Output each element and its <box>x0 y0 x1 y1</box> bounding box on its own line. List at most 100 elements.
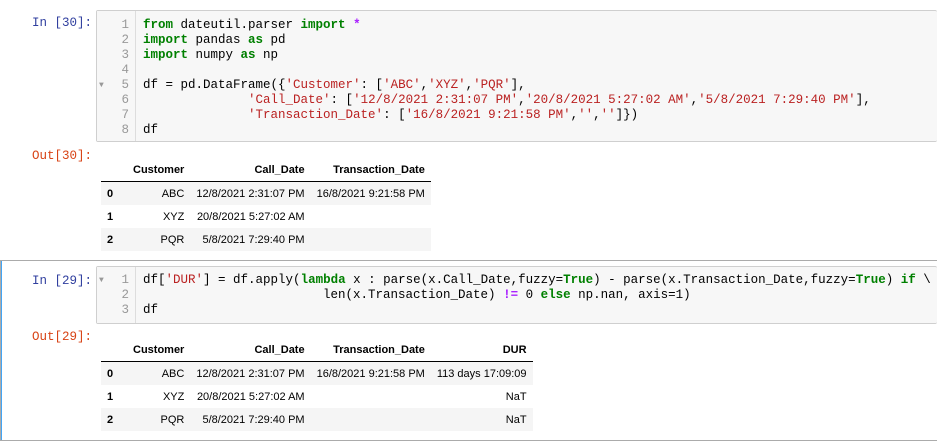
line-number: 1 <box>121 18 129 32</box>
table-cell: 5/8/2021 7:29:40 PM <box>202 413 305 426</box>
code-token: np.nan, axis=1) <box>570 288 691 302</box>
row-index: 0 <box>107 367 114 380</box>
column-header: Transaction_Date <box>310 158 431 182</box>
code-token: import <box>300 18 346 32</box>
table-cell: 12/8/2021 2:31:07 PM <box>196 187 305 200</box>
column-header: Customer <box>127 158 191 182</box>
code-line[interactable]: 2 import pandas as pd <box>97 33 937 48</box>
table-cell: 16/8/2021 9:21:58 PM <box>316 367 425 380</box>
row-index: 2 <box>107 233 114 246</box>
code-token: df = pd.DataFrame({ <box>143 78 286 92</box>
table-header-row: Customer Call_Date Transaction_Date <box>101 158 431 182</box>
code-text: 'Call_Date': ['12/8/2021 2:31:07 PM','20… <box>143 93 871 108</box>
code-line[interactable]: 7 'Transaction_Date': ['16/8/2021 9:21:5… <box>97 108 937 123</box>
table-cell: ABC <box>161 187 185 200</box>
code-token: ], <box>510 78 526 92</box>
code-token: df <box>143 123 159 137</box>
table-cell: 5/8/2021 7:29:40 PM <box>202 233 305 246</box>
code-token: lambda <box>300 273 346 287</box>
code-token: if <box>900 273 916 287</box>
row-index: 1 <box>107 390 114 403</box>
table-cell: PQR <box>160 413 185 426</box>
code-token: ]}) <box>615 108 639 122</box>
table-cell: 113 days 17:09:09 <box>436 367 527 380</box>
input-prompt: In [30]: <box>31 16 92 30</box>
code-token: True <box>563 273 594 287</box>
table-cell: NaT <box>505 413 527 426</box>
line-number: 3 <box>121 48 129 62</box>
code-token: import <box>143 33 189 47</box>
table-row: 2 PQR 5/8/2021 7:29:40 PM NaT <box>101 408 533 431</box>
code-token: '' <box>578 108 594 122</box>
table-cell: NaT <box>505 390 527 403</box>
code-token: , <box>465 78 474 92</box>
code-token: '16/8/2021 9:21:58 PM' <box>405 108 571 122</box>
dataframe-output: Customer Call_Date Transaction_Date 0 ABC 12/… <box>101 158 431 251</box>
column-header: DUR <box>430 338 533 362</box>
code-token: '12/8/2021 2:31:07 PM' <box>353 93 519 107</box>
table-cell <box>311 408 431 431</box>
table-row: 1 XYZ 20/8/2021 5:27:02 AM NaT <box>101 385 533 408</box>
line-number: 1 <box>121 273 129 287</box>
code-token: 'XYZ' <box>428 78 466 92</box>
code-token: pd <box>263 33 286 47</box>
code-line[interactable]: 6 'Call_Date': ['12/8/2021 2:31:07 PM','… <box>97 93 937 108</box>
code-token: 'DUR' <box>165 273 204 287</box>
code-editor[interactable]: 1 from dateutil.parser import * 2 import pa… <box>96 10 937 142</box>
table-cell: XYZ <box>162 210 185 223</box>
notebook-cell-30[interactable]: In [30]: 1 from dateutil.parser import * 2… <box>0 0 937 255</box>
code-editor[interactable]: ▼ 1 df['DUR'] = df.apply(lambda x : parse(… <box>96 266 937 324</box>
line-number: 2 <box>121 33 129 47</box>
table-cell: ABC <box>161 367 185 380</box>
column-header: Call_Date <box>190 158 311 182</box>
code-line[interactable]: ▼ 1 df['DUR'] = df.apply(lambda x : parse(… <box>97 273 937 288</box>
code-token: \ <box>915 273 931 287</box>
line-number: 5 <box>121 78 129 92</box>
column-header <box>101 158 127 182</box>
code-token: else <box>540 288 571 302</box>
table-row: 0 ABC 12/8/2021 2:31:07 PM 16/8/2021 9:21:5… <box>101 181 431 205</box>
code-line[interactable]: 8 df <box>97 123 937 138</box>
line-number: 6 <box>121 93 129 107</box>
table-cell: XYZ <box>162 390 185 403</box>
input-prompt: In [29]: <box>31 274 92 288</box>
code-token: : [ <box>360 78 384 92</box>
code-line[interactable]: 2 len(x.Transaction_Date) != 0 else np.n… <box>97 288 937 303</box>
column-header: Call_Date <box>190 338 311 362</box>
code-text: df = pd.DataFrame({'Customer': ['ABC','X… <box>143 78 526 93</box>
column-header: Customer <box>127 338 191 362</box>
line-number: 4 <box>121 63 129 77</box>
code-token: df[ <box>143 273 166 287</box>
table-cell: 12/8/2021 2:31:07 PM <box>196 367 305 380</box>
line-number: 3 <box>121 303 129 317</box>
code-token: '20/8/2021 5:27:02 AM' <box>525 93 691 107</box>
code-token: 0 <box>518 288 541 302</box>
code-token: != <box>503 288 519 302</box>
row-index: 0 <box>107 187 114 200</box>
code-line[interactable]: 3 df <box>97 303 937 318</box>
table-row: 2 PQR 5/8/2021 7:29:40 PM <box>101 228 431 251</box>
code-line[interactable]: 3 import numpy as np <box>97 48 937 63</box>
code-text: import pandas as pd <box>143 33 286 48</box>
table-cell <box>311 228 431 251</box>
code-token: : [ <box>383 108 406 122</box>
code-token: ) - parse(x.Transaction_Date,fuzzy= <box>593 273 856 287</box>
code-text: df <box>143 123 158 138</box>
notebook-cell-29[interactable]: In [29]: ▼ 1 df['DUR'] = df.apply(lambda x… <box>0 260 937 441</box>
code-token: 'Call_Date' <box>248 93 331 107</box>
code-token: import <box>143 48 189 62</box>
code-line[interactable]: 1 from dateutil.parser import * <box>97 18 937 33</box>
code-token: from <box>143 18 174 32</box>
code-line[interactable]: 4 <box>97 63 937 78</box>
code-text: import numpy as np <box>143 48 278 63</box>
code-token: , <box>593 108 601 122</box>
code-token: , <box>570 108 579 122</box>
code-token: : [ <box>330 93 354 107</box>
code-text: df <box>143 303 158 318</box>
code-token: * <box>353 18 361 32</box>
code-line[interactable]: ▼ 5 df = pd.DataFrame({'Customer': ['ABC',… <box>97 78 937 93</box>
table-row: 1 XYZ 20/8/2021 5:27:02 AM <box>101 205 431 228</box>
